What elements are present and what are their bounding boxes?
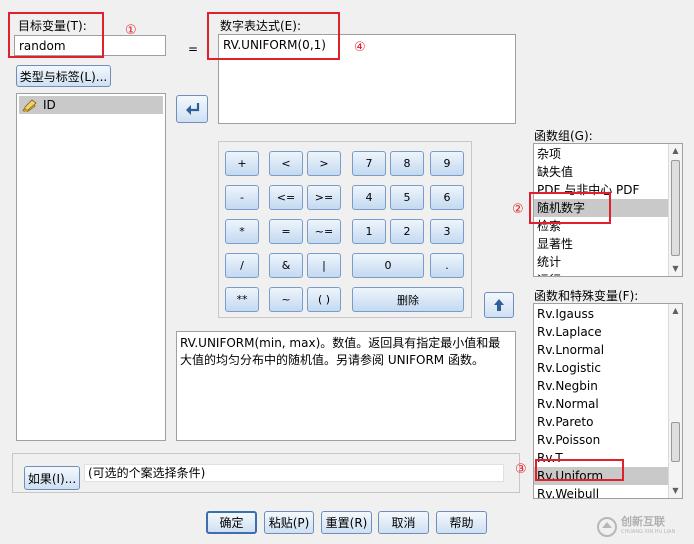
ruler-pencil-icon xyxy=(22,99,37,112)
function-item[interactable]: Rv.Laplace xyxy=(534,323,668,341)
key-minus[interactable]: - xyxy=(225,185,259,210)
function-group-item[interactable]: 显著性 xyxy=(534,235,668,253)
watermark-logo-icon xyxy=(597,517,617,537)
key-greater-than[interactable]: > xyxy=(307,151,341,176)
function-group-item[interactable]: 杂项 xyxy=(534,145,668,163)
function-item[interactable]: Rv.Lnormal xyxy=(534,341,668,359)
annotation-box-2 xyxy=(529,192,611,224)
watermark-cn: 创新互联 xyxy=(621,515,665,528)
move-up-button[interactable] xyxy=(484,292,514,318)
scroll-down-icon[interactable]: ▼ xyxy=(669,484,682,498)
paste-button[interactable]: 粘贴(P) xyxy=(264,511,314,534)
annotation-number-4: ④ xyxy=(354,40,366,55)
function-item[interactable]: Rv.Weibull xyxy=(534,485,668,498)
key-less-equal[interactable]: <= xyxy=(269,185,303,210)
scroll-up-icon[interactable]: ▲ xyxy=(669,144,682,158)
type-and-label-button[interactable]: 类型与标签(L)... xyxy=(16,65,111,87)
key-power[interactable]: ** xyxy=(225,287,259,312)
key-plus[interactable]: + xyxy=(225,151,259,176)
function-group-item[interactable]: 运行 xyxy=(534,271,668,276)
variable-list[interactable]: ID xyxy=(16,93,166,441)
key-9[interactable]: 9 xyxy=(430,151,464,176)
function-item[interactable]: Rv.Pareto xyxy=(534,413,668,431)
key-6[interactable]: 6 xyxy=(430,185,464,210)
move-to-expression-button[interactable] xyxy=(176,95,208,123)
reset-button[interactable]: 重置(R) xyxy=(321,511,372,534)
key-1[interactable]: 1 xyxy=(352,219,386,244)
condition-text: (可选的个案选择条件) xyxy=(84,464,504,482)
key-parentheses[interactable]: ( ) xyxy=(307,287,341,312)
help-button[interactable]: 帮助 xyxy=(436,511,487,534)
key-4[interactable]: 4 xyxy=(352,185,386,210)
functions-label: 函数和特殊变量(F): xyxy=(534,289,639,303)
cancel-button[interactable]: 取消 xyxy=(378,511,429,534)
annotation-number-1: ① xyxy=(125,23,137,38)
scroll-thumb[interactable] xyxy=(671,160,680,256)
equals-sign: = xyxy=(188,42,199,56)
annotation-box-4 xyxy=(207,12,340,60)
watermark-en: CHUANG XIN HU LIAN xyxy=(621,529,676,535)
function-item[interactable]: Rv.Poisson xyxy=(534,431,668,449)
arrow-up-icon xyxy=(494,299,504,311)
function-item[interactable]: Rv.Igauss xyxy=(534,305,668,323)
variable-name: ID xyxy=(43,98,56,112)
scroll-up-icon[interactable]: ▲ xyxy=(669,304,682,318)
function-group-item[interactable]: 统计 xyxy=(534,253,668,271)
scroll-thumb[interactable] xyxy=(671,422,680,462)
key-equals[interactable]: = xyxy=(269,219,303,244)
annotation-box-1 xyxy=(8,12,104,58)
key-2[interactable]: 2 xyxy=(390,219,424,244)
function-item[interactable]: Rv.Normal xyxy=(534,395,668,413)
key-less-than[interactable]: < xyxy=(269,151,303,176)
key-5[interactable]: 5 xyxy=(390,185,424,210)
key-0[interactable]: 0 xyxy=(352,253,424,278)
function-item[interactable]: Rv.Logistic xyxy=(534,359,668,377)
arrow-left-return-icon xyxy=(186,103,200,115)
function-group-label: 函数组(G): xyxy=(534,129,593,143)
if-button[interactable]: 如果(I)... xyxy=(24,466,80,490)
key-or[interactable]: | xyxy=(307,253,341,278)
annotation-number-2: ② xyxy=(512,202,524,217)
key-7[interactable]: 7 xyxy=(352,151,386,176)
key-greater-equal[interactable]: >= xyxy=(307,185,341,210)
variable-item-id[interactable]: ID xyxy=(19,96,163,114)
key-not-equal[interactable]: ~= xyxy=(307,219,341,244)
key-3[interactable]: 3 xyxy=(430,219,464,244)
watermark: 创新互联 CHUANG XIN HU LIAN xyxy=(596,512,692,542)
function-item[interactable]: Rv.Negbin xyxy=(534,377,668,395)
function-group-scrollbar[interactable]: ▲ ▼ xyxy=(668,144,682,276)
function-description: RV.UNIFORM(min, max)。数值。返回具有指定最小值和最大值的均匀… xyxy=(176,331,516,441)
key-divide[interactable]: / xyxy=(225,253,259,278)
key-multiply[interactable]: * xyxy=(225,219,259,244)
key-and[interactable]: & xyxy=(269,253,303,278)
key-decimal[interactable]: . xyxy=(430,253,464,278)
annotation-box-3 xyxy=(535,459,624,481)
annotation-number-3: ③ xyxy=(515,462,527,477)
key-delete[interactable]: 删除 xyxy=(352,287,464,312)
ok-button[interactable]: 确定 xyxy=(206,511,257,534)
functions-scrollbar[interactable]: ▲ ▼ xyxy=(668,304,682,498)
key-8[interactable]: 8 xyxy=(390,151,424,176)
function-group-item[interactable]: 缺失值 xyxy=(534,163,668,181)
scroll-down-icon[interactable]: ▼ xyxy=(669,262,682,276)
key-not[interactable]: ~ xyxy=(269,287,303,312)
